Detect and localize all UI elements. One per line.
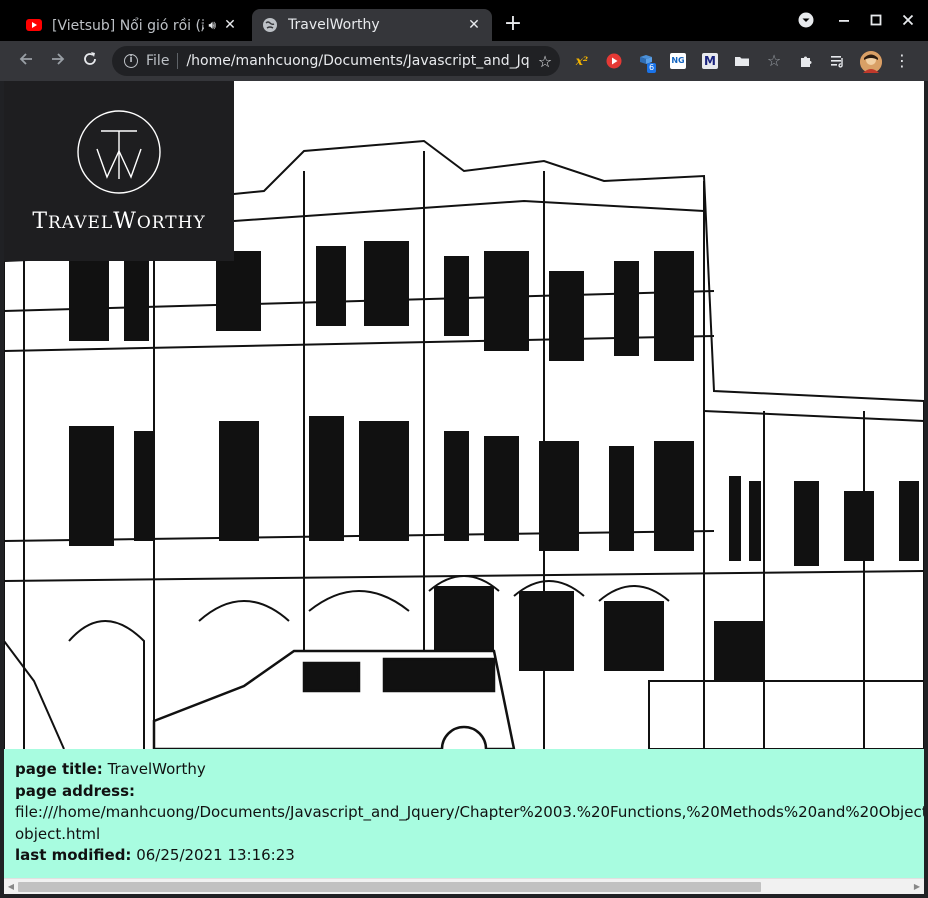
tw-monogram-icon (77, 110, 161, 194)
address-bar[interactable]: i File /home/manhcuong/Documents/Javascr… (112, 46, 560, 76)
globe-icon (262, 17, 278, 33)
tab-strip: [Vietsub] Nổi gió rồi (起 🔊︎ ✕ TravelWort… (0, 0, 928, 41)
browser-window: [Vietsub] Nổi gió rồi (起 🔊︎ ✕ TravelWort… (0, 0, 928, 898)
last-modified-label: last modified: (15, 846, 132, 864)
scroll-right-icon[interactable]: ▶ (912, 881, 922, 893)
scrollbar-thumb[interactable] (18, 882, 761, 892)
close-tab-icon[interactable]: ✕ (466, 17, 482, 33)
youtube-icon (26, 17, 42, 33)
horizontal-scrollbar[interactable]: ◀ ▶ (4, 878, 924, 894)
page-viewport: TRAVELWORTHY page title: TravelWorthy pa… (4, 81, 924, 894)
page-title-row: page title: TravelWorthy (15, 759, 924, 781)
reload-icon[interactable] (80, 51, 100, 71)
page-info-panel: page title: TravelWorthy page address: f… (4, 749, 924, 878)
toolbar: i File /home/manhcuong/Documents/Javascr… (0, 41, 928, 81)
close-tab-icon[interactable]: ✕ (222, 17, 238, 33)
star-outline-icon[interactable]: ☆ (766, 53, 782, 69)
page-title-value: TravelWorthy (107, 760, 206, 778)
youtube-red-icon[interactable] (606, 53, 622, 69)
bookmark-star-icon[interactable]: ☆ (530, 52, 560, 71)
media-queue-icon[interactable] (830, 53, 846, 69)
puzzle-icon[interactable] (798, 53, 814, 69)
back-icon[interactable] (16, 51, 36, 71)
close-window-icon[interactable] (898, 12, 918, 32)
tab-youtube[interactable]: [Vietsub] Nổi gió rồi (起 🔊︎ ✕ (16, 9, 248, 41)
tab-title: [Vietsub] Nổi gió rồi (起 (52, 18, 205, 34)
extension-badge: 6 (647, 63, 657, 73)
m-icon[interactable]: M (702, 53, 718, 69)
site-logo[interactable]: TRAVELWORTHY (4, 81, 234, 261)
page-address-label: page address: (15, 781, 136, 800)
x-squared-icon[interactable]: x² (574, 53, 590, 69)
profile-dropdown-icon[interactable] (796, 12, 816, 32)
page-address-value: file:///home/manhcuong/Documents/Javascr… (15, 803, 924, 821)
scheme-label: File (146, 53, 170, 69)
tab-travelworthy[interactable]: TravelWorthy ✕ (252, 9, 492, 41)
minimize-icon[interactable] (834, 12, 854, 32)
speaker-icon[interactable]: 🔊︎ (208, 18, 216, 33)
logo-wordmark: TRAVELWORTHY (32, 209, 206, 234)
url-text[interactable]: /home/manhcuong/Documents/Javascript_and… (186, 53, 530, 69)
last-modified-row: last modified: 06/25/2021 13:16:23 (15, 845, 924, 867)
maximize-icon[interactable] (866, 12, 886, 32)
last-modified-value: 06/25/2021 13:16:23 (136, 846, 295, 864)
tab-title: TravelWorthy (288, 17, 380, 33)
badge-6-icon[interactable]: 6 (638, 53, 657, 73)
info-icon[interactable]: i (124, 54, 138, 68)
folder-icon[interactable] (734, 53, 750, 69)
forward-icon[interactable] (48, 51, 68, 71)
new-tab-button[interactable]: + (502, 13, 524, 36)
ng-icon[interactable]: NG (670, 53, 686, 69)
scroll-left-icon[interactable]: ◀ (6, 881, 16, 893)
avatar-icon[interactable] (860, 51, 882, 73)
page-address-value-cont: object.html (15, 824, 101, 843)
page-address-label-row: page address: (15, 781, 924, 803)
page-title-label: page title: (15, 760, 103, 778)
omnibox-divider (177, 53, 179, 69)
kebab-menu-icon[interactable]: ⋮ (894, 53, 910, 69)
